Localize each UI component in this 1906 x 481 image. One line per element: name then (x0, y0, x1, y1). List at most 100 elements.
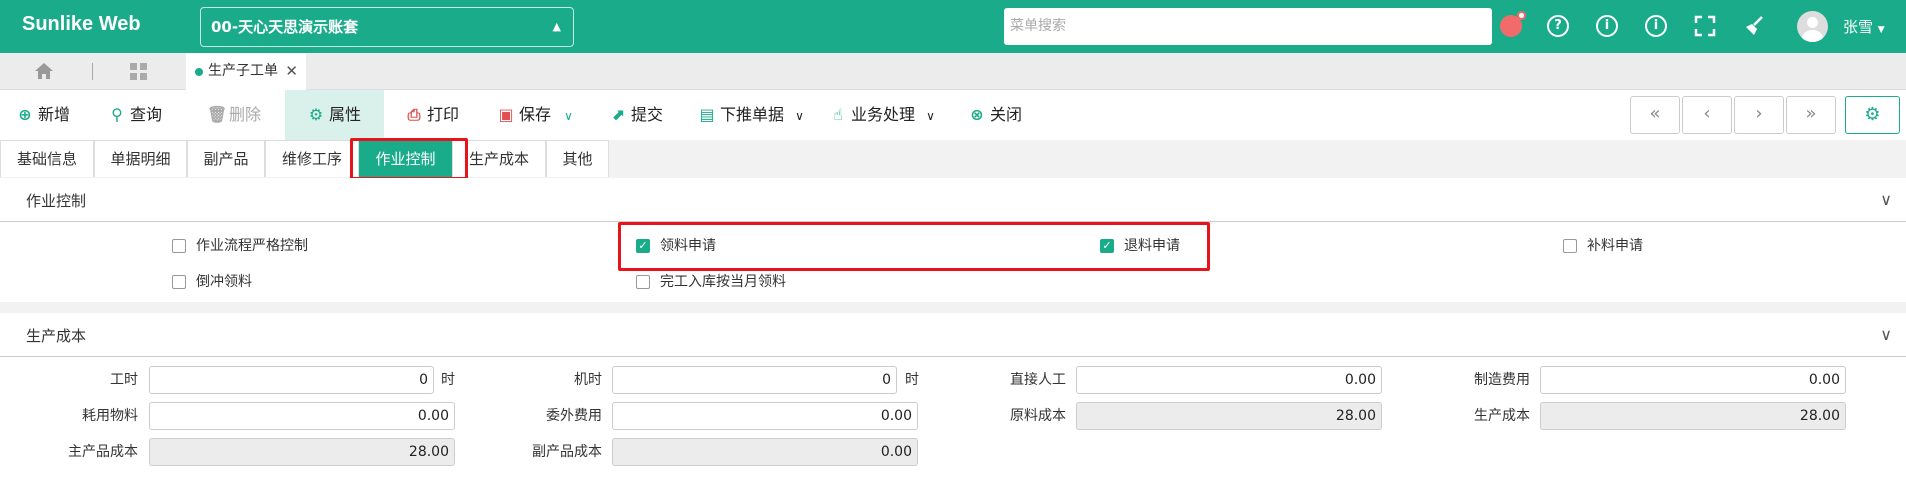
menu-search-input[interactable]: 菜单搜索 (1004, 8, 1492, 45)
caret-up-icon: ▲ (552, 20, 561, 33)
avatar[interactable] (1797, 11, 1828, 42)
add-button[interactable]: ⊕ 新增 (16, 90, 70, 140)
printer-icon: ⎙ (407, 105, 421, 124)
properties-label: 属性 (329, 105, 362, 124)
machine-hours-label: 机时 (574, 372, 602, 388)
properties-button[interactable]: ⚙ 属性 (285, 90, 384, 140)
close-circle-icon: ⊗ (970, 105, 984, 124)
account-select-value: 00-天心天思演示账套 (211, 18, 359, 36)
window-tab-strip: 生产子工单 ✕ (0, 53, 1906, 90)
consumed-material-label: 耗用物料 (82, 408, 138, 424)
hand-pointer-icon: ☝ (833, 105, 843, 124)
tab-production-cost[interactable]: 生产成本 (452, 140, 546, 177)
user-menu[interactable]: 张雪 ▼ (1843, 16, 1885, 37)
manufacturing-overhead-label: 制造费用 (1474, 372, 1530, 388)
chevron-down-icon: ∨ (795, 109, 804, 123)
divider (92, 63, 93, 80)
operation-control-header[interactable]: 作业控制 ∨ (0, 178, 1906, 222)
tab-label: 生产子工单 (208, 63, 278, 79)
direct-labor-input[interactable]: 0.00 (1076, 366, 1382, 394)
gear-icon: ⚙ (308, 105, 324, 124)
notification-gift-icon[interactable] (1500, 11, 1526, 37)
checkbox-checked-icon: ✓ (1100, 239, 1114, 253)
checkbox-label: 领料申请 (660, 238, 716, 254)
section-title: 生产成本 (26, 327, 87, 345)
section-title: 作业控制 (26, 192, 87, 210)
checkbox-box (172, 239, 186, 253)
checkbox-box (172, 275, 186, 289)
save-label: 保存 (519, 105, 552, 124)
machine-hours-input[interactable]: 0 (612, 366, 897, 394)
close-button[interactable]: ⊗ 关闭 (968, 90, 1022, 140)
help-icon[interactable]: ? (1547, 15, 1569, 37)
about-icon[interactable]: i (1645, 15, 1667, 37)
labor-hours-input[interactable]: 0 (149, 366, 434, 394)
checkbox-checked-icon: ✓ (636, 239, 650, 253)
outsourcing-fee-input[interactable]: 0.00 (612, 402, 918, 430)
by-product-cost-input: 0.00 (612, 438, 918, 466)
chevron-down-icon: ∨ (1880, 325, 1892, 344)
print-button[interactable]: ⎙ 打印 (405, 90, 459, 140)
manufacturing-overhead-input[interactable]: 0.00 (1540, 366, 1846, 394)
business-process-button[interactable]: ☝ 业务处理 ∨ (829, 90, 935, 140)
unit-label: 时 (905, 372, 919, 388)
active-dot (195, 68, 203, 76)
home-icon[interactable] (34, 62, 54, 84)
chevron-down-icon: ∨ (564, 109, 573, 123)
caret-down-icon: ▼ (1877, 25, 1885, 35)
push-doc-icon: ▤ (699, 105, 715, 124)
form-tabs: 基础信息 单据明细 副产品 维修工序 作业控制 生产成本 其他 (0, 140, 1906, 177)
fullscreen-icon[interactable] (1694, 15, 1716, 37)
query-label: 查询 (130, 105, 163, 124)
save-button[interactable]: ▣ 保存 ∨ (497, 90, 573, 140)
close-tab-icon[interactable]: ✕ (285, 53, 298, 90)
next-record-button[interactable]: › (1734, 96, 1784, 134)
push-document-label: 下推单据 (720, 105, 785, 124)
tab-basic-info[interactable]: 基础信息 (0, 140, 94, 177)
direct-labor-label: 直接人工 (1010, 372, 1066, 388)
last-record-button[interactable]: » (1786, 96, 1836, 134)
checkbox-label: 倒冲领料 (196, 274, 252, 290)
brand-logo: Sunlike Web (22, 13, 141, 35)
outsourcing-fee-label: 委外费用 (546, 408, 602, 424)
checkbox-label: 补料申请 (1587, 238, 1643, 254)
trash-icon: 🗑 (207, 105, 228, 124)
query-button[interactable]: ⚲ 查询 (108, 90, 162, 140)
tab-repair-process[interactable]: 维修工序 (265, 140, 359, 177)
tab-production-suborder[interactable]: 生产子工单 ✕ (186, 53, 306, 90)
consumed-material-input[interactable]: 0.00 (149, 402, 455, 430)
tab-by-product[interactable]: 副产品 (187, 140, 265, 177)
checkbox-label: 完工入库按当月领料 (660, 274, 786, 290)
submit-button[interactable]: ⬈ 提交 (609, 90, 663, 140)
plus-circle-icon: ⊕ (18, 105, 32, 124)
submit-label: 提交 (631, 105, 664, 124)
tab-document-details[interactable]: 单据明细 (94, 140, 187, 177)
add-label: 新增 (38, 105, 71, 124)
close-label: 关闭 (990, 105, 1023, 124)
production-cost-section: 生产成本 ∨ 工时 0 时 机时 0 时 直接人工 0.00 制造费用 0.00… (0, 313, 1906, 481)
checkbox-box (1563, 239, 1577, 253)
tab-operation-control[interactable]: 作业控制 (359, 140, 452, 177)
top-bar: Sunlike Web 00-天心天思演示账套 ▲ 菜单搜索 ? i i 张雪 … (0, 0, 1906, 53)
delete-label: 删除 (229, 105, 262, 124)
raw-material-cost-input: 28.00 (1076, 402, 1382, 430)
delete-button[interactable]: 🗑 删除 (207, 90, 261, 140)
production-cost-header[interactable]: 生产成本 ∨ (0, 313, 1906, 357)
clean-broom-icon[interactable] (1742, 15, 1766, 37)
info-icon[interactable]: i (1596, 15, 1618, 37)
checkbox-box (636, 275, 650, 289)
tab-other[interactable]: 其他 (546, 140, 609, 177)
app-grid-icon[interactable] (130, 63, 148, 81)
notification-dot (1517, 11, 1526, 20)
submit-icon: ⬈ (611, 105, 625, 124)
by-product-cost-label: 副产品成本 (532, 444, 602, 460)
chevron-down-icon: ∨ (926, 109, 935, 123)
settings-gear-icon[interactable]: ⚙ (1845, 96, 1900, 134)
push-document-button[interactable]: ▤ 下推单据 ∨ (698, 90, 804, 140)
production-cost-input: 28.00 (1540, 402, 1846, 430)
account-select[interactable]: 00-天心天思演示账套 ▲ (200, 7, 574, 47)
previous-record-button[interactable]: ‹ (1682, 96, 1732, 134)
checkbox-label: 作业流程严格控制 (196, 238, 308, 254)
first-record-button[interactable]: « (1630, 96, 1680, 134)
save-icon: ▣ (498, 105, 514, 124)
